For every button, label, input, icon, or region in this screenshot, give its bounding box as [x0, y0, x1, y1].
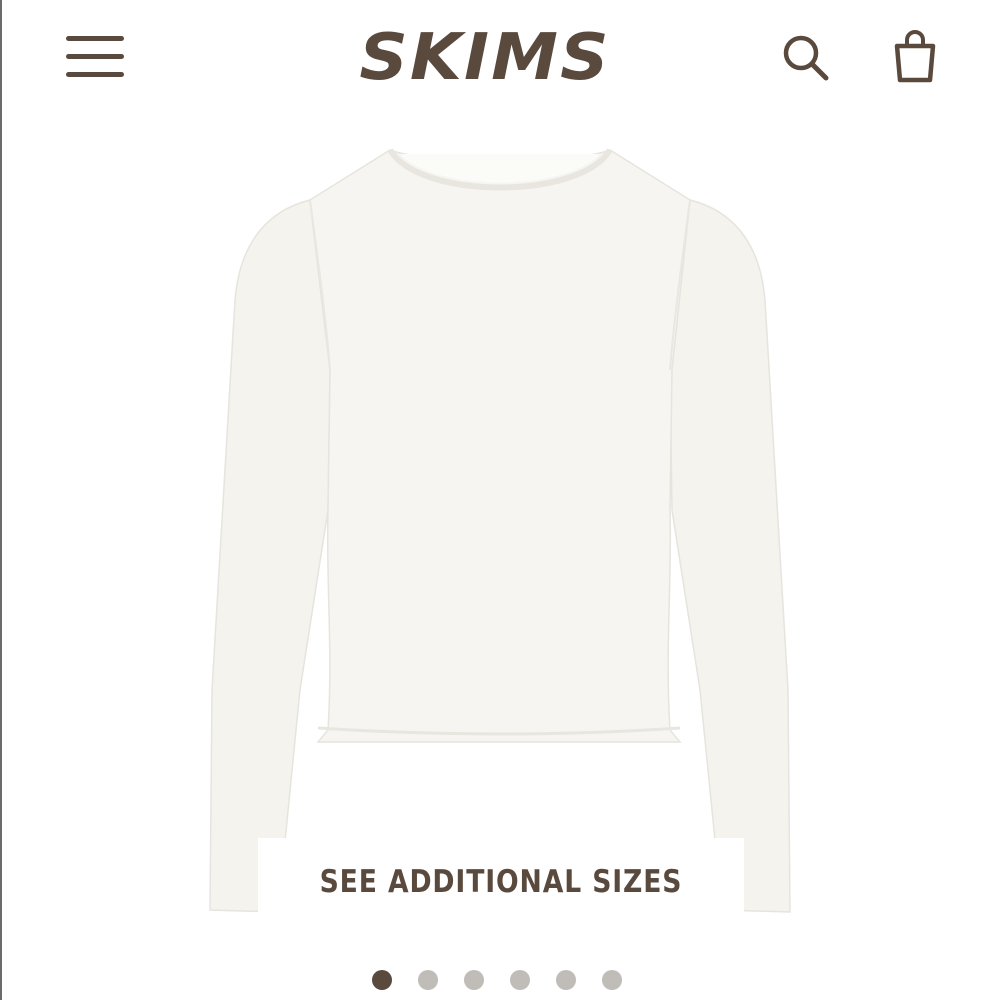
- carousel-dot[interactable]: [510, 970, 530, 990]
- product-image[interactable]: [200, 130, 800, 930]
- search-icon[interactable]: [780, 32, 832, 84]
- carousel-dot[interactable]: [556, 970, 576, 990]
- carousel-pagination: [372, 970, 632, 992]
- page-edge: [0, 0, 2, 1000]
- site-header: SKIMS: [0, 0, 1000, 120]
- carousel-dot[interactable]: [372, 970, 392, 990]
- see-additional-sizes-label: SEE ADDITIONAL SIZES: [319, 864, 683, 900]
- shopping-bag-icon[interactable]: [888, 28, 942, 86]
- carousel-dot[interactable]: [464, 970, 484, 990]
- brand-logo[interactable]: SKIMS: [358, 22, 612, 94]
- hamburger-menu-icon[interactable]: [66, 34, 126, 80]
- brand-logo-text: SKIMS: [359, 21, 611, 95]
- see-additional-sizes-button[interactable]: SEE ADDITIONAL SIZES: [258, 838, 744, 938]
- carousel-dot[interactable]: [418, 970, 438, 990]
- carousel-dot[interactable]: [602, 970, 622, 990]
